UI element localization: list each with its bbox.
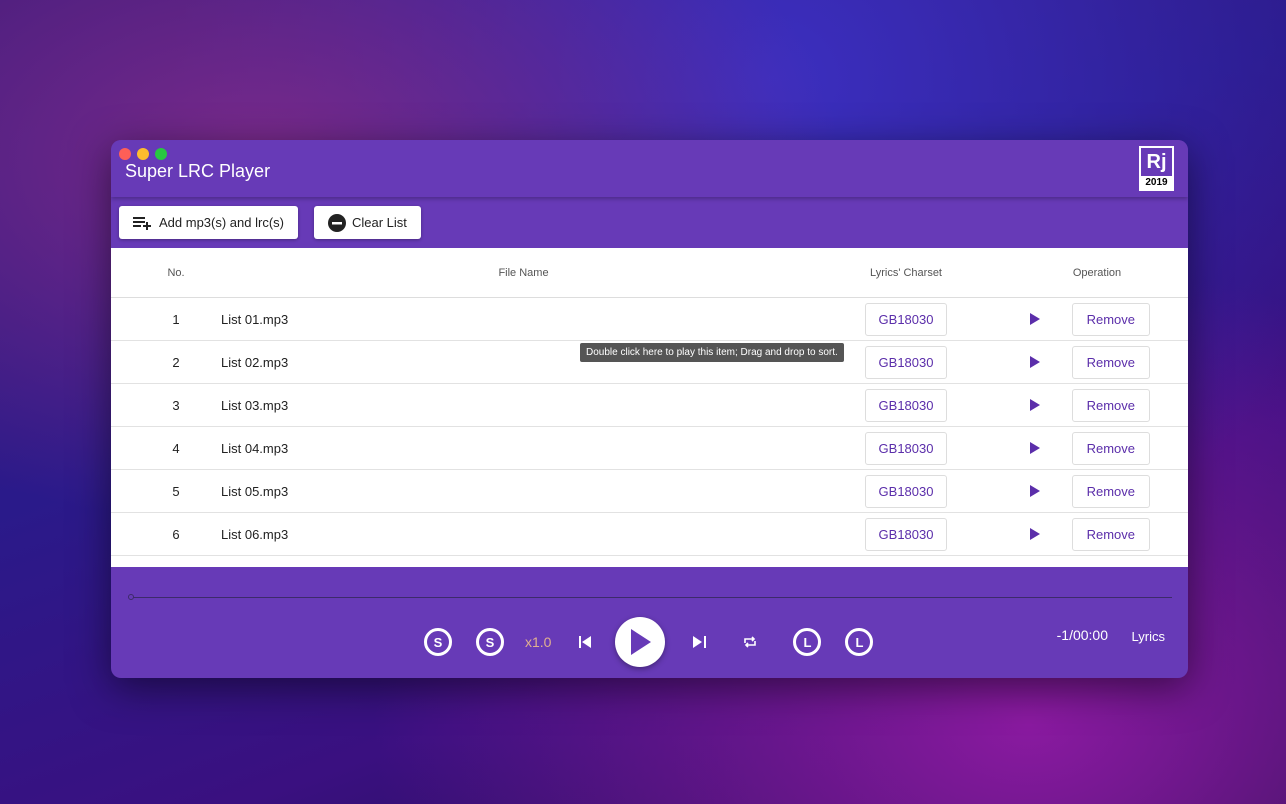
charset-button[interactable]: GB18030 [864,431,948,465]
toolbar: Add mp3(s) and lrc(s) Clear List [111,197,1188,248]
row-file-name: List 03.mp3 [221,397,289,413]
row-file-name: List 01.mp3 [221,311,289,327]
header-no: No. [167,266,185,279]
charset-button[interactable]: GB18030 [864,345,948,379]
playlist-add-icon [133,216,151,230]
table-row[interactable]: 5 List 05.mp3 GB18030 Remove [111,470,1188,513]
table-header: No. File Name Lyrics' Charset Operation [111,248,1188,298]
remove-button[interactable]: Remove [1071,345,1150,379]
remove-button[interactable]: Remove [1071,388,1150,422]
play-icon [631,629,652,655]
add-files-label: Add mp3(s) and lrc(s) [159,215,284,230]
header-charset: Lyrics' Charset [870,266,942,279]
remove-button[interactable]: Remove [1071,517,1150,551]
progress-slider[interactable] [131,597,1172,598]
header-file-name: File Name [498,266,549,279]
title-bar: Super LRC Player Rj 2019 [111,140,1188,197]
row-file-name: List 06.mp3 [221,526,289,542]
clear-list-label: Clear List [351,215,407,230]
play-button[interactable] [615,617,666,667]
play-item-icon[interactable] [1029,485,1040,497]
logo-letters: Rj [1146,151,1167,173]
logo-year: 2019 [1141,176,1172,189]
add-files-button[interactable]: Add mp3(s) and lrc(s) [119,206,298,239]
subtitle-forward-icon[interactable]: S [476,628,504,656]
app-window: Super LRC Player Rj 2019 Add mp3(s) and … [111,140,1188,678]
remove-circle-icon [327,213,346,232]
playlist-table: No. File Name Lyrics' Charset Operation … [111,248,1188,567]
minimize-button[interactable] [137,148,149,160]
app-logo: Rj 2019 [1139,146,1174,191]
table-row[interactable]: 6 List 06.mp3 GB18030 Remove [111,513,1188,556]
close-button[interactable] [119,148,131,160]
skip-next-icon[interactable] [693,636,707,648]
progress-handle[interactable] [128,594,134,600]
header-operation: Operation [1072,266,1122,279]
skip-previous-icon[interactable] [579,636,593,648]
zoom-button[interactable] [155,148,167,160]
lyrics-backward-icon[interactable]: L [793,628,822,656]
time-display: -1/00:00 [1056,627,1108,643]
play-item-icon[interactable] [1029,313,1040,325]
clear-list-button[interactable]: Clear List [313,206,421,239]
speed-button[interactable]: x1.0 [525,634,551,650]
play-item-icon[interactable] [1029,528,1040,540]
charset-button[interactable]: GB18030 [864,517,948,551]
row-file-name: List 05.mp3 [221,483,289,499]
app-title: Super LRC Player [125,161,271,181]
table-row[interactable]: 3 List 03.mp3 GB18030 Remove [111,384,1188,427]
subtitle-backward-icon[interactable]: S [424,628,452,656]
table-row[interactable]: 4 List 04.mp3 GB18030 Remove [111,427,1188,470]
repeat-icon[interactable] [743,636,757,648]
tooltip: Double click here to play this item; Dra… [580,343,844,362]
play-item-icon[interactable] [1029,356,1040,368]
lyrics-button[interactable]: Lyrics [1132,629,1165,644]
remove-button[interactable]: Remove [1071,474,1150,508]
table-row-partial [111,556,1188,567]
play-item-icon[interactable] [1029,399,1040,411]
play-item-icon[interactable] [1029,442,1040,454]
remove-button[interactable]: Remove [1071,431,1150,465]
row-file-name: List 04.mp3 [221,440,289,456]
charset-button[interactable]: GB18030 [864,388,948,422]
player-controls: S S x1.0 L L -1/00:00 Lyrics [111,567,1188,678]
lyrics-forward-icon[interactable]: L [845,628,874,656]
charset-button[interactable]: GB18030 [864,474,948,508]
table-row[interactable]: 1 List 01.mp3 GB18030 Remove [111,298,1188,341]
remove-button[interactable]: Remove [1071,302,1150,336]
charset-button[interactable]: GB18030 [864,302,948,336]
window-controls [119,148,167,160]
